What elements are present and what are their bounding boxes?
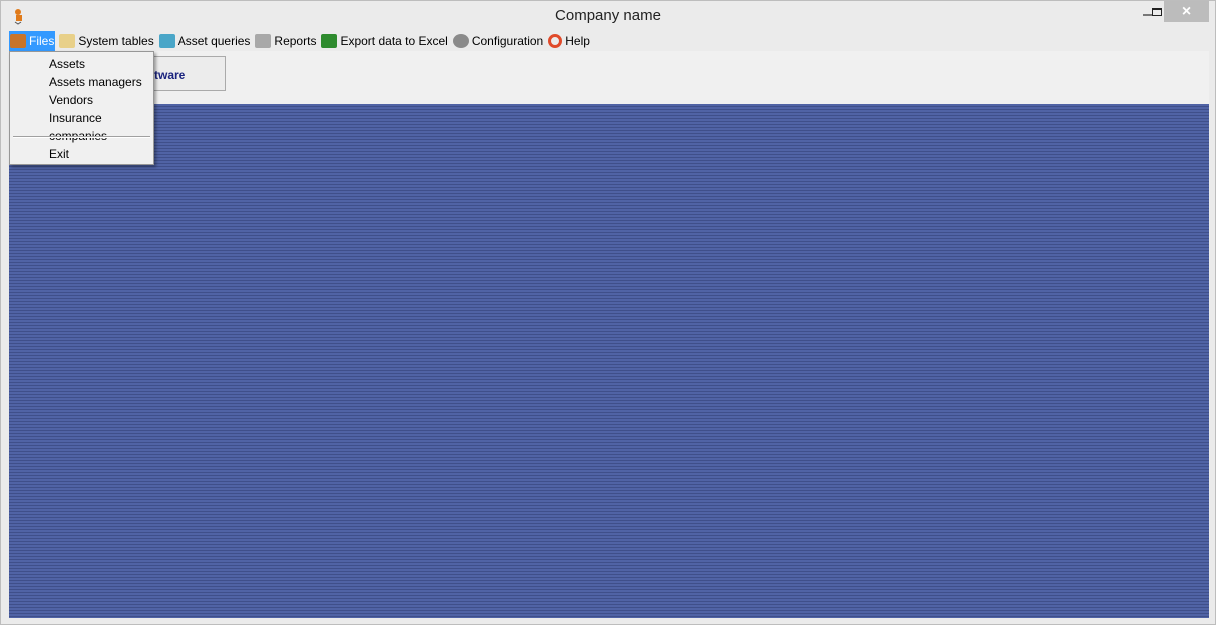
menu-export-excel[interactable]: Export data to Excel xyxy=(317,31,448,51)
menu-item-insurance-companies[interactable]: Insurance companies xyxy=(49,109,153,143)
maximize-icon xyxy=(1152,7,1162,16)
lifebuoy-icon xyxy=(548,34,563,48)
printer-icon xyxy=(255,34,272,48)
menu-item-assets-managers[interactable]: Assets managers xyxy=(49,73,142,91)
menu-item-exit[interactable]: Exit xyxy=(49,145,69,163)
menu-files[interactable]: Files xyxy=(9,31,56,51)
window-title: Company name xyxy=(555,7,661,24)
folder-icon xyxy=(59,34,76,48)
menu-asset-queries[interactable]: Asset queries xyxy=(155,31,252,51)
menu-configuration[interactable]: Configuration xyxy=(449,31,544,51)
menu-item-vendors[interactable]: Vendors xyxy=(49,91,93,109)
disk-icon xyxy=(452,34,469,48)
files-dropdown-menu: Assets Assets managers Vendors Insurance… xyxy=(9,51,154,165)
menu-reports[interactable]: Reports xyxy=(251,31,317,51)
close-button[interactable]: × xyxy=(1164,1,1209,22)
menu-item-assets[interactable]: Assets xyxy=(49,55,85,73)
excel-icon xyxy=(321,34,338,48)
menu-help[interactable]: Help xyxy=(544,31,591,51)
briefcase-icon xyxy=(10,34,26,48)
menu-bar: Files System tables Asset queries Report… xyxy=(9,31,591,51)
menu-system-tables[interactable]: System tables xyxy=(55,31,154,51)
toolbar: ftware xyxy=(9,51,1209,104)
menu-separator xyxy=(13,136,150,138)
mdi-desktop xyxy=(9,104,1209,618)
app-window: Company name × ftware Files System table… xyxy=(0,0,1216,625)
monitor-icon xyxy=(158,34,175,48)
